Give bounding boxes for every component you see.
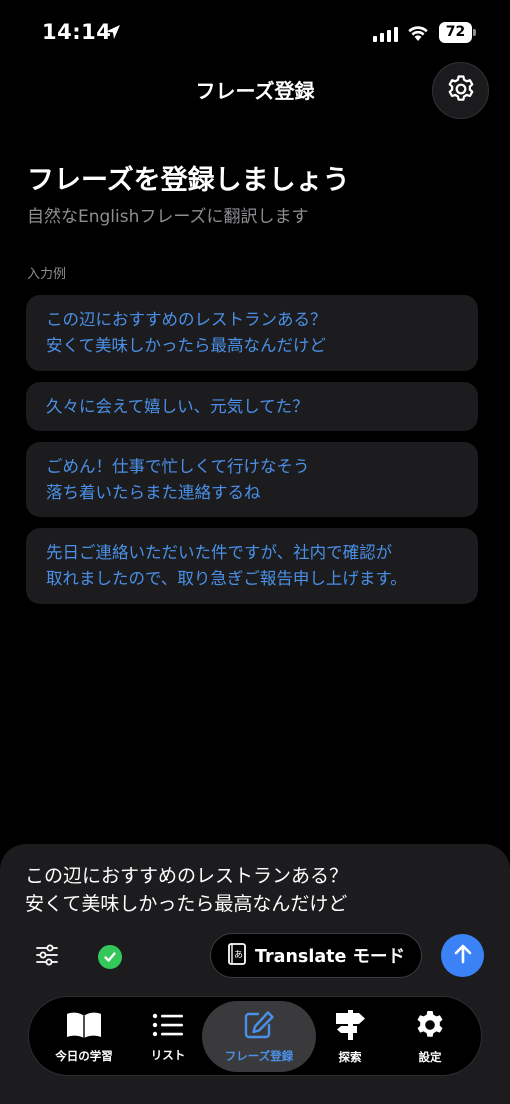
tab-explore[interactable]: 探索: [311, 1001, 389, 1072]
tab-label: 探索: [338, 1050, 362, 1064]
book-icon: [65, 1010, 103, 1044]
translate-mode-button[interactable]: あ Translate モード: [210, 933, 422, 978]
status-time: 14:14: [42, 20, 112, 44]
signal-icon: [373, 26, 398, 42]
tab-label: リスト: [150, 1048, 186, 1062]
tab-list[interactable]: リスト: [129, 1001, 207, 1072]
check-icon: [98, 945, 122, 969]
gear-icon: [414, 1009, 446, 1045]
phrase-input[interactable]: この辺におすすめのレストランある？ 安くて美味しかったら最高なんだけど: [25, 862, 348, 918]
example-text: 久々に会えて嬉しい、元気してた？: [46, 396, 309, 416]
battery-icon: 72: [439, 22, 476, 43]
dictionary-icon: あ: [227, 942, 247, 970]
gear-icon: [445, 73, 477, 109]
edit-icon: [243, 1010, 275, 1044]
list-icon: [151, 1011, 185, 1043]
sliders-icon: [34, 944, 60, 970]
tab-phrase-register[interactable]: フレーズ登録: [202, 1001, 316, 1072]
settings-button[interactable]: [432, 62, 489, 119]
examples-label: 入力例: [27, 267, 67, 282]
example-card[interactable]: ごめん！仕事で忙しくて行けなそう 落ち着いたらまた連絡するね: [26, 442, 478, 517]
tab-settings[interactable]: 設定: [391, 1001, 469, 1072]
send-button[interactable]: [441, 934, 484, 977]
tab-label: フレーズ登録: [224, 1049, 294, 1063]
intro-title: フレーズを登録しましょう: [27, 165, 350, 196]
example-text: ごめん！仕事で忙しくて行けなそう 落ち着いたらまた連絡するね: [46, 456, 310, 502]
tab-label: 今日の学習: [55, 1049, 113, 1063]
location-arrow-icon: [104, 23, 122, 45]
translate-mode-label: Translate モード: [255, 947, 405, 967]
intro-subtitle: 自然なEnglishフレーズに翻訳します: [27, 207, 309, 227]
tab-label: 設定: [418, 1050, 442, 1064]
example-card[interactable]: 久々に会えて嬉しい、元気してた？: [26, 382, 478, 431]
arrow-up-icon: [452, 943, 474, 969]
svg-text:あ: あ: [234, 949, 243, 960]
tab-today-learning[interactable]: 今日の学習: [43, 1001, 125, 1072]
status-bar: 14:14 72: [0, 0, 510, 64]
battery-level: 72: [439, 22, 472, 43]
options-button[interactable]: [32, 943, 62, 971]
example-card[interactable]: この辺におすすめのレストランある？ 安くて美味しかったら最高なんだけど: [26, 295, 478, 371]
example-text: 先日ご連絡いただいた件ですが、社内で確認が 取れましたので、取り急ぎご報告申し上…: [46, 543, 407, 588]
tab-bar: 今日の学習 リスト フレーズ登録 探索 設定: [28, 996, 482, 1076]
wifi-icon: [407, 24, 429, 46]
example-card[interactable]: 先日ご連絡いただいた件ですが、社内で確認が 取れましたので、取り急ぎご報告申し上…: [26, 528, 478, 604]
example-text: この辺におすすめのレストランある？ 安くて美味しかったら最高なんだけど: [46, 310, 327, 355]
signpost-icon: [332, 1009, 368, 1045]
